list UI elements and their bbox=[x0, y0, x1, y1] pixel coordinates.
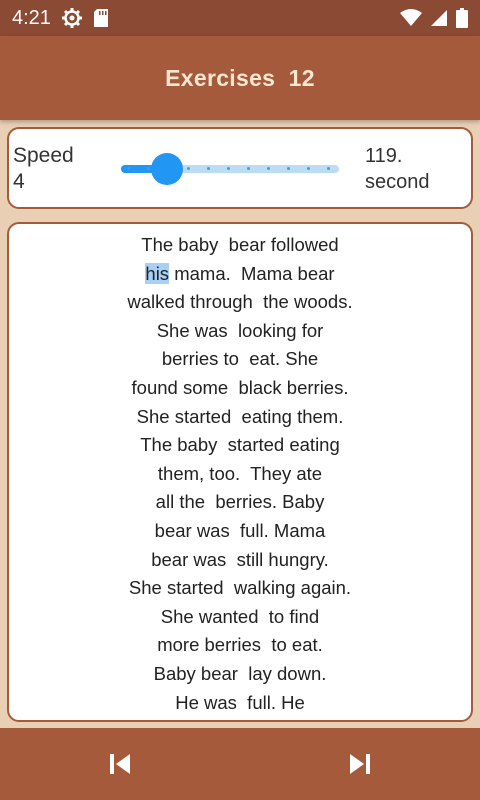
slider-tick bbox=[327, 167, 330, 170]
speed-value-number: 119. bbox=[365, 145, 403, 167]
slider-tick bbox=[247, 167, 250, 170]
speed-label-text: Speed bbox=[13, 144, 74, 167]
reading-text-card: The baby bear followed his mama. Mama be… bbox=[7, 222, 473, 722]
text-line: The baby bear followed bbox=[141, 234, 339, 255]
text-line: She started walking again. bbox=[128, 577, 352, 599]
slider-tick bbox=[207, 167, 210, 170]
text-line-highlighted: his mama. Mama bear bbox=[9, 260, 471, 289]
skip-previous-icon bbox=[110, 754, 130, 774]
text-line: The baby started eating bbox=[140, 434, 340, 456]
text-line: berries to eat. She bbox=[161, 348, 319, 370]
slider-tick bbox=[287, 167, 290, 170]
page-title: Exercises 12 bbox=[165, 64, 315, 91]
speed-card: Speed 4 119. second bbox=[7, 127, 473, 209]
sd-card-icon bbox=[93, 8, 109, 28]
text-line-rest: mama. Mama bear bbox=[169, 262, 335, 284]
text-line: more berries to eat. bbox=[157, 634, 323, 656]
speed-slider[interactable] bbox=[113, 151, 339, 187]
text-line: Baby bear lay down. bbox=[153, 662, 327, 684]
text-line: all the berries. Baby bbox=[155, 491, 325, 513]
text-line: found some black berries. bbox=[131, 376, 349, 398]
slider-thumb[interactable] bbox=[151, 153, 183, 185]
skip-next-icon bbox=[350, 754, 370, 774]
battery-icon bbox=[456, 8, 468, 28]
signal-icon bbox=[430, 9, 448, 27]
slider-tick bbox=[227, 167, 230, 170]
text-line: She started eating them. bbox=[136, 405, 344, 427]
slider-tick bbox=[187, 167, 190, 170]
slider-tick bbox=[127, 167, 130, 170]
slider-tick bbox=[267, 167, 270, 170]
speed-label: Speed 4 bbox=[13, 143, 103, 195]
text-line: bear was full. Mama bbox=[154, 519, 326, 541]
text-line: She wanted to find bbox=[160, 605, 320, 627]
app-bar: Exercises 12 bbox=[0, 36, 480, 120]
highlighted-word: his bbox=[145, 262, 170, 284]
bottom-controls-bar bbox=[0, 728, 480, 800]
text-line: He was full. He bbox=[175, 691, 305, 713]
status-time: 4:21 bbox=[12, 6, 51, 29]
slider-tick bbox=[147, 167, 150, 170]
text-line: She was looking for bbox=[156, 319, 324, 341]
text-line: bear was still hungry. bbox=[151, 548, 329, 570]
text-line: them, too. They ate bbox=[157, 462, 323, 484]
wifi-icon bbox=[400, 9, 422, 27]
speed-value: 119. second bbox=[365, 143, 465, 195]
speed-level: 4 bbox=[13, 170, 25, 193]
text-line: walked through the woods. bbox=[127, 291, 353, 313]
settings-gear-icon bbox=[61, 7, 83, 29]
previous-button[interactable] bbox=[106, 750, 134, 778]
speed-value-unit: second bbox=[365, 171, 430, 193]
next-button[interactable] bbox=[346, 750, 374, 778]
status-bar: 4:21 bbox=[0, 0, 480, 36]
slider-tick bbox=[307, 167, 310, 170]
